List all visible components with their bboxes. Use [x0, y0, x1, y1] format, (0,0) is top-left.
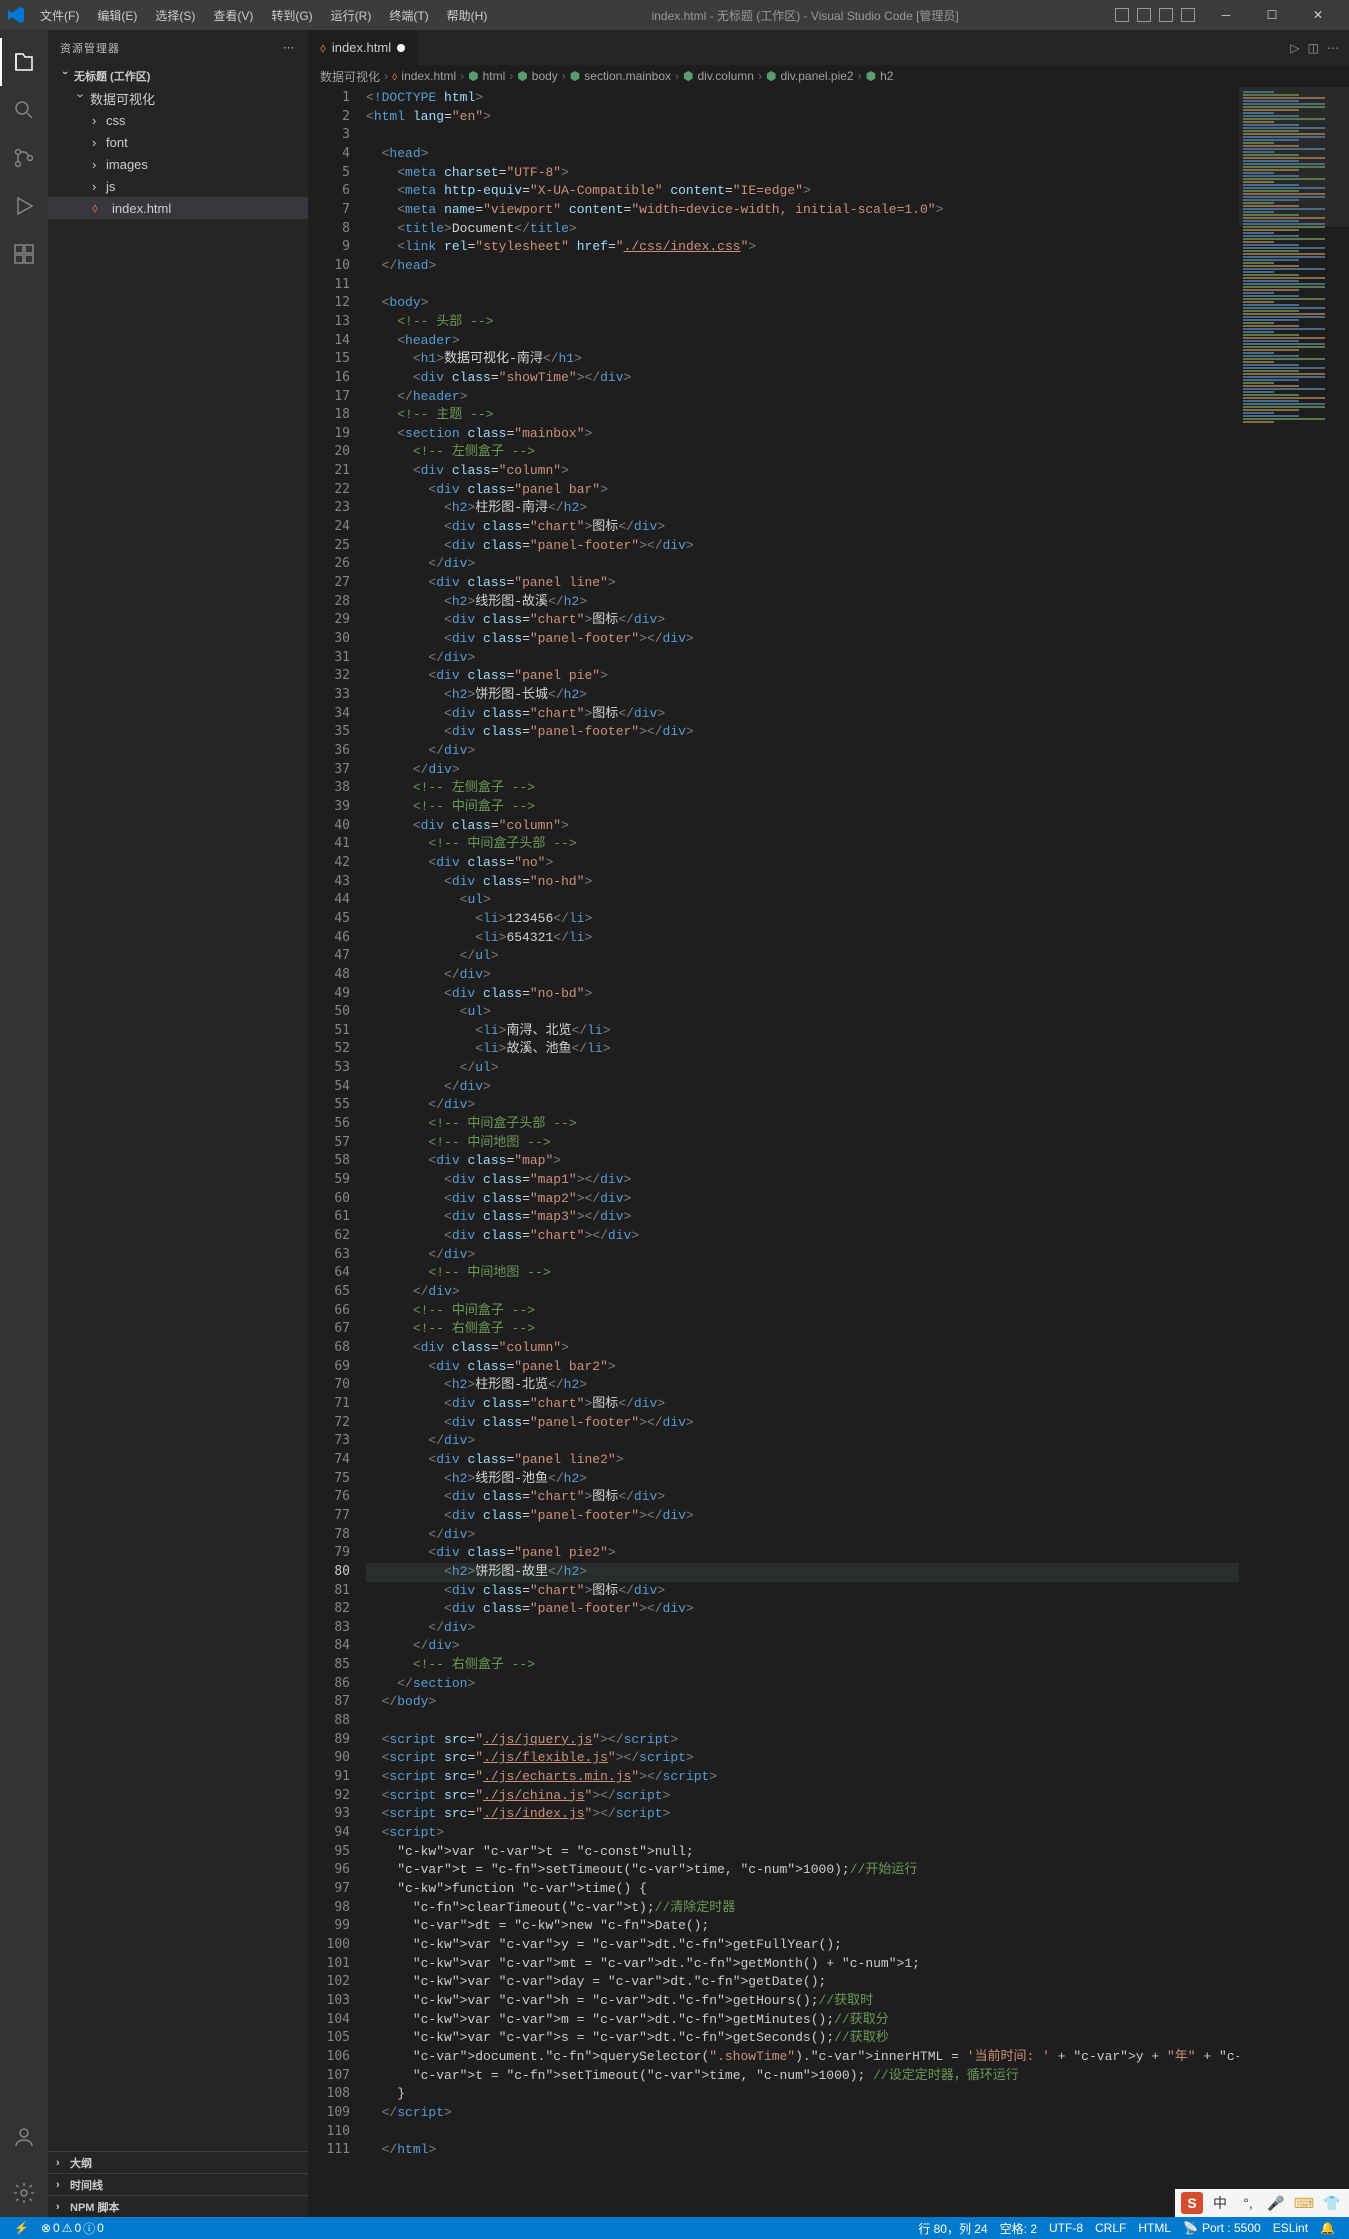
remote-indicator[interactable]: ⚡ — [8, 2221, 35, 2235]
eslint-status[interactable]: ESLint — [1267, 2220, 1314, 2237]
toggle-panel-right-icon[interactable] — [1159, 8, 1173, 22]
menu-terminal[interactable]: 终端(T) — [381, 3, 436, 28]
npm-scripts-section[interactable]: NPM 脚本 — [48, 2195, 308, 2217]
menu-go[interactable]: 转到(G) — [263, 3, 320, 28]
titlebar: 文件(F) 编辑(E) 选择(S) 查看(V) 转到(G) 运行(R) 终端(T… — [0, 0, 1349, 30]
breadcrumbs[interactable]: 数据可视化› ⬨index.html› ⬢html› ⬢body› ⬢secti… — [308, 65, 1349, 87]
encoding[interactable]: UTF-8 — [1043, 2220, 1089, 2237]
sidebar-header: 资源管理器 ⋯ — [48, 30, 308, 65]
file-index-html[interactable]: ⬨ index.html — [48, 197, 308, 219]
minimap[interactable] — [1239, 87, 1349, 2217]
editor-body[interactable]: 1234567891011121314151617181920212223242… — [308, 87, 1349, 2217]
folder-js[interactable]: js — [48, 175, 308, 197]
ime-punct-icon[interactable]: °, — [1237, 2192, 1259, 2214]
toggle-panel-left-icon[interactable] — [1115, 8, 1129, 22]
menu-view[interactable]: 查看(V) — [205, 3, 261, 28]
breadcrumb-item[interactable]: ⬨index.html — [392, 69, 456, 84]
extensions-icon[interactable] — [0, 230, 48, 278]
menu-run[interactable]: 运行(R) — [323, 3, 380, 28]
tab-label: index.html — [332, 40, 391, 55]
close-button[interactable]: ✕ — [1295, 0, 1341, 30]
ime-indicator: S 中 °, 🎤 ⌨ 👕 — [1175, 2189, 1349, 2217]
tab-index-html[interactable]: ⬨ index.html — [308, 30, 418, 65]
ime-keyboard-icon[interactable]: ⌨ — [1293, 2192, 1315, 2214]
folder-font[interactable]: font — [48, 131, 308, 153]
sidebar-more-icon[interactable]: ⋯ — [283, 41, 296, 54]
breadcrumb-item[interactable]: ⬢section.mainbox — [570, 69, 671, 83]
menu-edit[interactable]: 编辑(E) — [89, 3, 145, 28]
file-tree: 无标题 (工作区) 数据可视化 css font images js ⬨ ind… — [48, 65, 308, 219]
cursor-position[interactable]: 行 80，列 24 — [912, 2220, 993, 2237]
sidebar-sections: 大纲 时间线 NPM 脚本 — [48, 2151, 308, 2217]
menu-bar: 文件(F) 编辑(E) 选择(S) 查看(V) 转到(G) 运行(R) 终端(T… — [32, 3, 495, 28]
html-file-icon: ⬨ — [92, 200, 108, 216]
outline-section[interactable]: 大纲 — [48, 2151, 308, 2173]
layout-controls — [1115, 8, 1195, 22]
window-title: index.html - 无标题 (工作区) - Visual Studio C… — [495, 7, 1115, 24]
ime-sogou-icon[interactable]: S — [1181, 2192, 1203, 2214]
html-file-icon: ⬨ — [320, 40, 326, 56]
modified-indicator-icon — [397, 44, 405, 52]
run-icon[interactable]: ▷ — [1290, 41, 1299, 55]
explorer-icon[interactable] — [0, 38, 48, 86]
breadcrumb-item[interactable]: ⬢div.column — [683, 69, 754, 83]
activity-bar — [0, 30, 48, 2217]
line-numbers: 1234567891011121314151617181920212223242… — [308, 87, 366, 2217]
menu-help[interactable]: 帮助(H) — [439, 3, 496, 28]
breadcrumb-item[interactable]: ⬢html — [468, 69, 505, 83]
editor-area: ⬨ index.html ▷ ◫ ⋯ 数据可视化› ⬨index.html› ⬢… — [308, 30, 1349, 2217]
split-editor-icon[interactable]: ◫ — [1308, 41, 1319, 55]
search-icon[interactable] — [0, 86, 48, 134]
problems-indicator[interactable]: ⊗0 ⚠0 ⓘ0 — [35, 2220, 110, 2237]
workspace-root[interactable]: 无标题 (工作区) — [48, 65, 308, 87]
language-mode[interactable]: HTML — [1132, 2220, 1177, 2237]
warning-icon: ⚠ — [62, 2221, 73, 2235]
folder-css[interactable]: css — [48, 109, 308, 131]
menu-selection[interactable]: 选择(S) — [147, 3, 203, 28]
info-icon: ⓘ — [83, 2220, 95, 2237]
tabs-actions: ▷ ◫ ⋯ — [1280, 30, 1349, 65]
status-bar: ⚡ ⊗0 ⚠0 ⓘ0 行 80，列 24 空格: 2 UTF-8 CRLF HT… — [0, 2217, 1349, 2239]
more-actions-icon[interactable]: ⋯ — [1327, 41, 1339, 55]
settings-icon[interactable] — [0, 2169, 48, 2217]
ime-lang-icon[interactable]: 中 — [1209, 2192, 1231, 2214]
eol[interactable]: CRLF — [1089, 2220, 1132, 2237]
toggle-layout-icon[interactable] — [1181, 8, 1195, 22]
indentation[interactable]: 空格: 2 — [994, 2220, 1043, 2237]
toggle-panel-bottom-icon[interactable] — [1137, 8, 1151, 22]
error-icon: ⊗ — [41, 2221, 51, 2235]
vscode-logo-icon — [8, 7, 24, 23]
breadcrumb-item[interactable]: ⬢div.panel.pie2 — [766, 69, 854, 83]
notifications-icon[interactable]: 🔔 — [1314, 2220, 1341, 2237]
breadcrumb-item[interactable]: ⬢h2 — [866, 69, 894, 83]
menu-file[interactable]: 文件(F) — [32, 3, 87, 28]
ime-skin-icon[interactable]: 👕 — [1321, 2192, 1343, 2214]
live-server-port[interactable]: 📡Port : 5500 — [1177, 2220, 1267, 2237]
folder-images[interactable]: images — [48, 153, 308, 175]
source-control-icon[interactable] — [0, 134, 48, 182]
minimize-button[interactable]: ─ — [1203, 0, 1249, 30]
project-folder[interactable]: 数据可视化 — [48, 87, 308, 109]
editor-tabs: ⬨ index.html ▷ ◫ ⋯ — [308, 30, 1349, 65]
ime-mic-icon[interactable]: 🎤 — [1265, 2192, 1287, 2214]
maximize-button[interactable]: ☐ — [1249, 0, 1295, 30]
sidebar-title: 资源管理器 — [60, 40, 120, 56]
window-controls: ─ ☐ ✕ — [1203, 0, 1341, 30]
breadcrumb-item[interactable]: 数据可视化 — [320, 68, 380, 85]
sidebar: 资源管理器 ⋯ 无标题 (工作区) 数据可视化 css font images … — [48, 30, 308, 2217]
broadcast-icon: 📡 — [1183, 2221, 1198, 2235]
code-content[interactable]: <!DOCTYPE html><html lang="en"> <head> <… — [366, 87, 1239, 2217]
run-debug-icon[interactable] — [0, 182, 48, 230]
accounts-icon[interactable] — [0, 2113, 48, 2161]
timeline-section[interactable]: 时间线 — [48, 2173, 308, 2195]
breadcrumb-item[interactable]: ⬢body — [517, 69, 558, 83]
